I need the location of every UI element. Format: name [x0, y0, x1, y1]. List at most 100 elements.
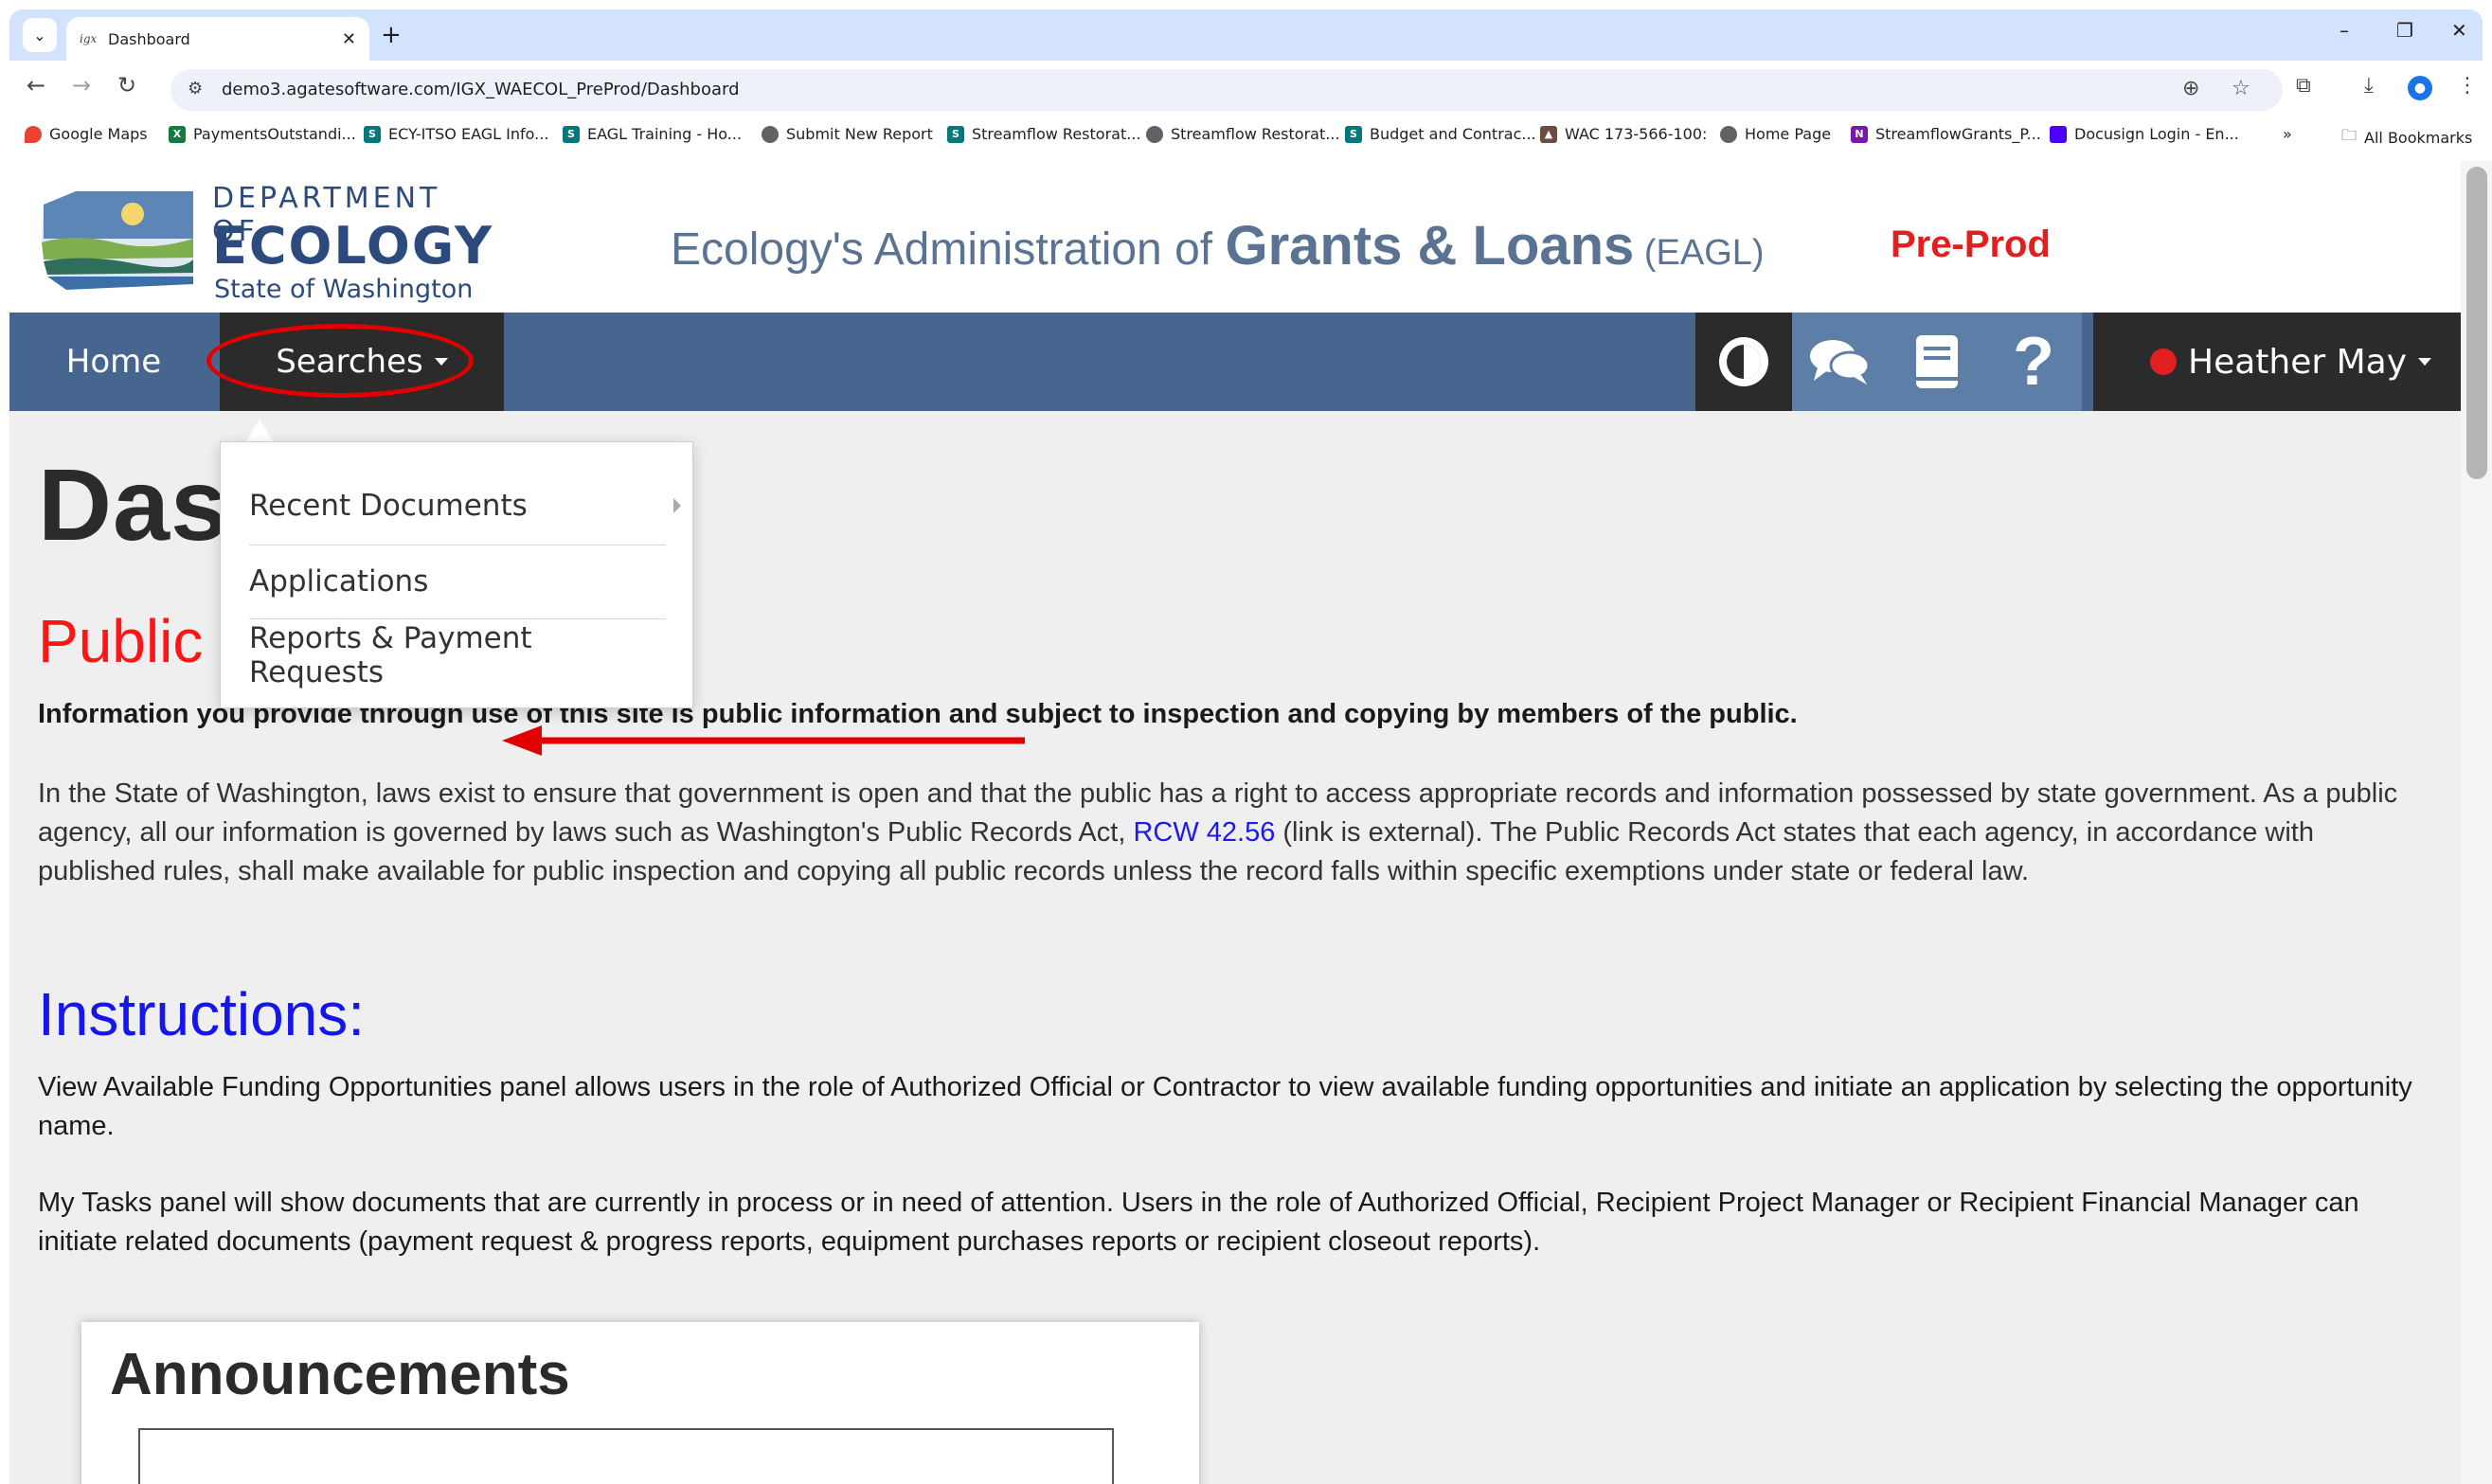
help-icon[interactable]: ?	[1985, 313, 2082, 411]
bookmark-label: ECY-ITSO EAGL Info...	[388, 125, 549, 143]
ecology-logo[interactable]: DEPARTMENT OF ECOLOGY State of Washingto…	[38, 176, 492, 304]
sharepoint-icon: S	[364, 125, 381, 143]
book-icon[interactable]	[1889, 313, 1985, 411]
announcements-panel: Announcements	[81, 1322, 1199, 1484]
bookmark-streamflowgrants[interactable]: N StreamflowGrants_P...	[1851, 125, 2041, 143]
annotation-arrow-icon	[502, 725, 1025, 756]
instructions-heading: Instructions:	[38, 980, 366, 1048]
bookmark-label: Budget and Contrac...	[1370, 125, 1536, 143]
bookmark-eagl-training[interactable]: S EAGL Training - Ho...	[563, 125, 742, 143]
site-title-part-2: Grants & Loans	[1225, 215, 1635, 277]
page: DEPARTMENT OF ECOLOGY State of Washingto…	[9, 161, 2461, 1484]
site-info-icon[interactable]: ⚙	[188, 79, 203, 98]
logo-line-2: ECOLOGY	[212, 216, 494, 276]
instructions-paragraph-2: My Tasks panel will show documents that …	[38, 1188, 2359, 1257]
globe-icon	[1146, 125, 1163, 143]
globe-icon	[762, 125, 779, 143]
bookmark-label: Docusign Login - En...	[2074, 125, 2239, 143]
menu-item-label: Reports & Payment Requests	[249, 621, 532, 689]
user-menu[interactable]: Heather May	[2093, 313, 2461, 411]
chat-icon[interactable]	[1792, 313, 1889, 411]
sharepoint-icon: S	[563, 125, 580, 143]
bookmark-label: Submit New Report	[786, 125, 933, 143]
bookmark-ecy-itso[interactable]: S ECY-ITSO EAGL Info...	[364, 125, 548, 143]
nav-searches-label: Searches	[276, 343, 423, 381]
page-scrollbar[interactable]	[2461, 161, 2492, 1484]
bookmarks-overflow-icon[interactable]: »	[2283, 125, 2292, 143]
igx-favicon-icon: igx	[80, 32, 98, 45]
url-text: demo3.agatesoftware.com/IGX_WAECOL_PrePr…	[222, 80, 740, 99]
bookmark-label: WAC 173-566-100:	[1565, 125, 1708, 143]
public-records-body: In the State of Washington, laws exist t…	[38, 775, 2434, 891]
dropdown-pointer	[246, 419, 273, 441]
bookmark-label: Streamflow Restorat...	[1171, 125, 1340, 143]
user-status-dot-icon	[2150, 349, 2177, 375]
site-title: Ecology's Administration of Grants & Loa…	[671, 214, 1765, 277]
announcements-title: Announcements	[110, 1342, 570, 1407]
browser-toolbar: ← → ↻ ⚙ demo3.agatesoftware.com/IGX_WAEC…	[9, 61, 2483, 117]
sharepoint-icon: S	[947, 125, 964, 143]
back-icon[interactable]: ←	[27, 72, 45, 98]
address-bar[interactable]: ⚙ demo3.agatesoftware.com/IGX_WAECOL_Pre…	[170, 69, 2283, 111]
instructions-paragraph-1: View Available Funding Opportunities pan…	[38, 1072, 2412, 1141]
site-title-part-3: (EAGL)	[1634, 233, 1765, 273]
menu-item-applications[interactable]: Applications	[249, 545, 666, 618]
menu-item-reports-payment-requests[interactable]: Reports & Payment Requests	[249, 618, 666, 692]
bookmark-streamflow-1[interactable]: S Streamflow Restorat...	[947, 125, 1140, 143]
nav-home[interactable]: Home	[9, 313, 218, 411]
zoom-icon[interactable]: ⊕	[2182, 77, 2199, 100]
caret-down-icon	[2418, 358, 2432, 366]
bookmark-budget[interactable]: S Budget and Contrac...	[1345, 125, 1536, 143]
close-window-icon[interactable]: ✕	[2451, 19, 2467, 42]
bookmarks-bar: Google Maps X PaymentsOutstandi... S ECY-I…	[9, 117, 2483, 155]
new-tab-icon[interactable]: +	[381, 21, 402, 49]
washington-state-logo-icon	[42, 191, 193, 290]
caret-down-icon	[434, 358, 448, 366]
extensions-icon[interactable]: ⧉	[2296, 74, 2311, 98]
tab-dashboard[interactable]: igx Dashboard ✕	[66, 17, 369, 61]
tab-search-button[interactable]: ⌄	[23, 18, 57, 52]
bookmark-submit-new-report[interactable]: Submit New Report	[762, 125, 933, 143]
docusign-icon	[2050, 125, 2067, 143]
bookmark-label: PaymentsOutstandi...	[193, 125, 356, 143]
menu-kebab-icon[interactable]: ⋮	[2457, 74, 2478, 98]
mountain-icon: ▲	[1540, 125, 1557, 143]
scrollbar-thumb[interactable]	[2466, 167, 2487, 479]
download-icon[interactable]: ⤓	[2364, 74, 2374, 98]
announcements-content-box	[138, 1428, 1114, 1484]
bookmark-star-icon[interactable]: ☆	[2232, 77, 2250, 100]
sharepoint-icon: S	[1345, 125, 1362, 143]
environment-badge: Pre-Prod	[1891, 223, 2051, 265]
menu-item-recent-documents[interactable]: Recent Documents	[249, 469, 681, 543]
restore-icon[interactable]: ❐	[2396, 19, 2413, 42]
menu-item-label: Recent Documents	[249, 489, 528, 523]
bookmark-streamflow-2[interactable]: Streamflow Restorat...	[1146, 125, 1339, 143]
minimize-icon[interactable]: –	[2340, 19, 2349, 42]
site-title-part-1: Ecology's Administration of	[671, 224, 1226, 275]
bookmark-home-page[interactable]: Home Page	[1720, 125, 1831, 143]
nav-searches[interactable]: Searches	[220, 313, 504, 411]
contrast-icon[interactable]	[1695, 313, 1792, 411]
user-name: Heather May	[2188, 342, 2408, 382]
folder-icon: 🗀	[2341, 126, 2358, 144]
forward-icon[interactable]: →	[72, 72, 91, 98]
tab-strip: ⌄ igx Dashboard ✕ + – ❐ ✕	[9, 9, 2483, 61]
bookmark-payments[interactable]: X PaymentsOutstandi...	[169, 125, 356, 143]
bookmark-label: StreamflowGrants_P...	[1875, 125, 2041, 143]
nav-icon-bar: ?	[1695, 313, 2097, 411]
close-tab-icon[interactable]: ✕	[342, 29, 356, 49]
bookmark-docusign[interactable]: Docusign Login - En...	[2050, 125, 2239, 143]
rcw-link[interactable]: RCW 42.56	[1133, 817, 1275, 848]
profile-avatar-icon[interactable]: ●	[2408, 76, 2432, 100]
logo-line-3: State of Washington	[214, 275, 474, 304]
bookmark-wac[interactable]: ▲ WAC 173-566-100:	[1540, 125, 1707, 143]
reload-icon[interactable]: ↻	[117, 72, 136, 98]
bookmark-label: Home Page	[1745, 125, 1832, 143]
bookmark-label: EAGL Training - Ho...	[587, 125, 743, 143]
main-nav: Home Searches ? Heather May	[9, 313, 2461, 411]
bookmark-google-maps[interactable]: Google Maps	[25, 125, 148, 143]
bookmark-label: Google Maps	[49, 125, 148, 143]
all-bookmarks[interactable]: 🗀 All Bookmarks	[2341, 125, 2472, 151]
tab-title: Dashboard	[108, 29, 190, 48]
browser-window: ⌄ igx Dashboard ✕ + – ❐ ✕ ← → ↻ ⚙ demo3.…	[0, 0, 2492, 1484]
